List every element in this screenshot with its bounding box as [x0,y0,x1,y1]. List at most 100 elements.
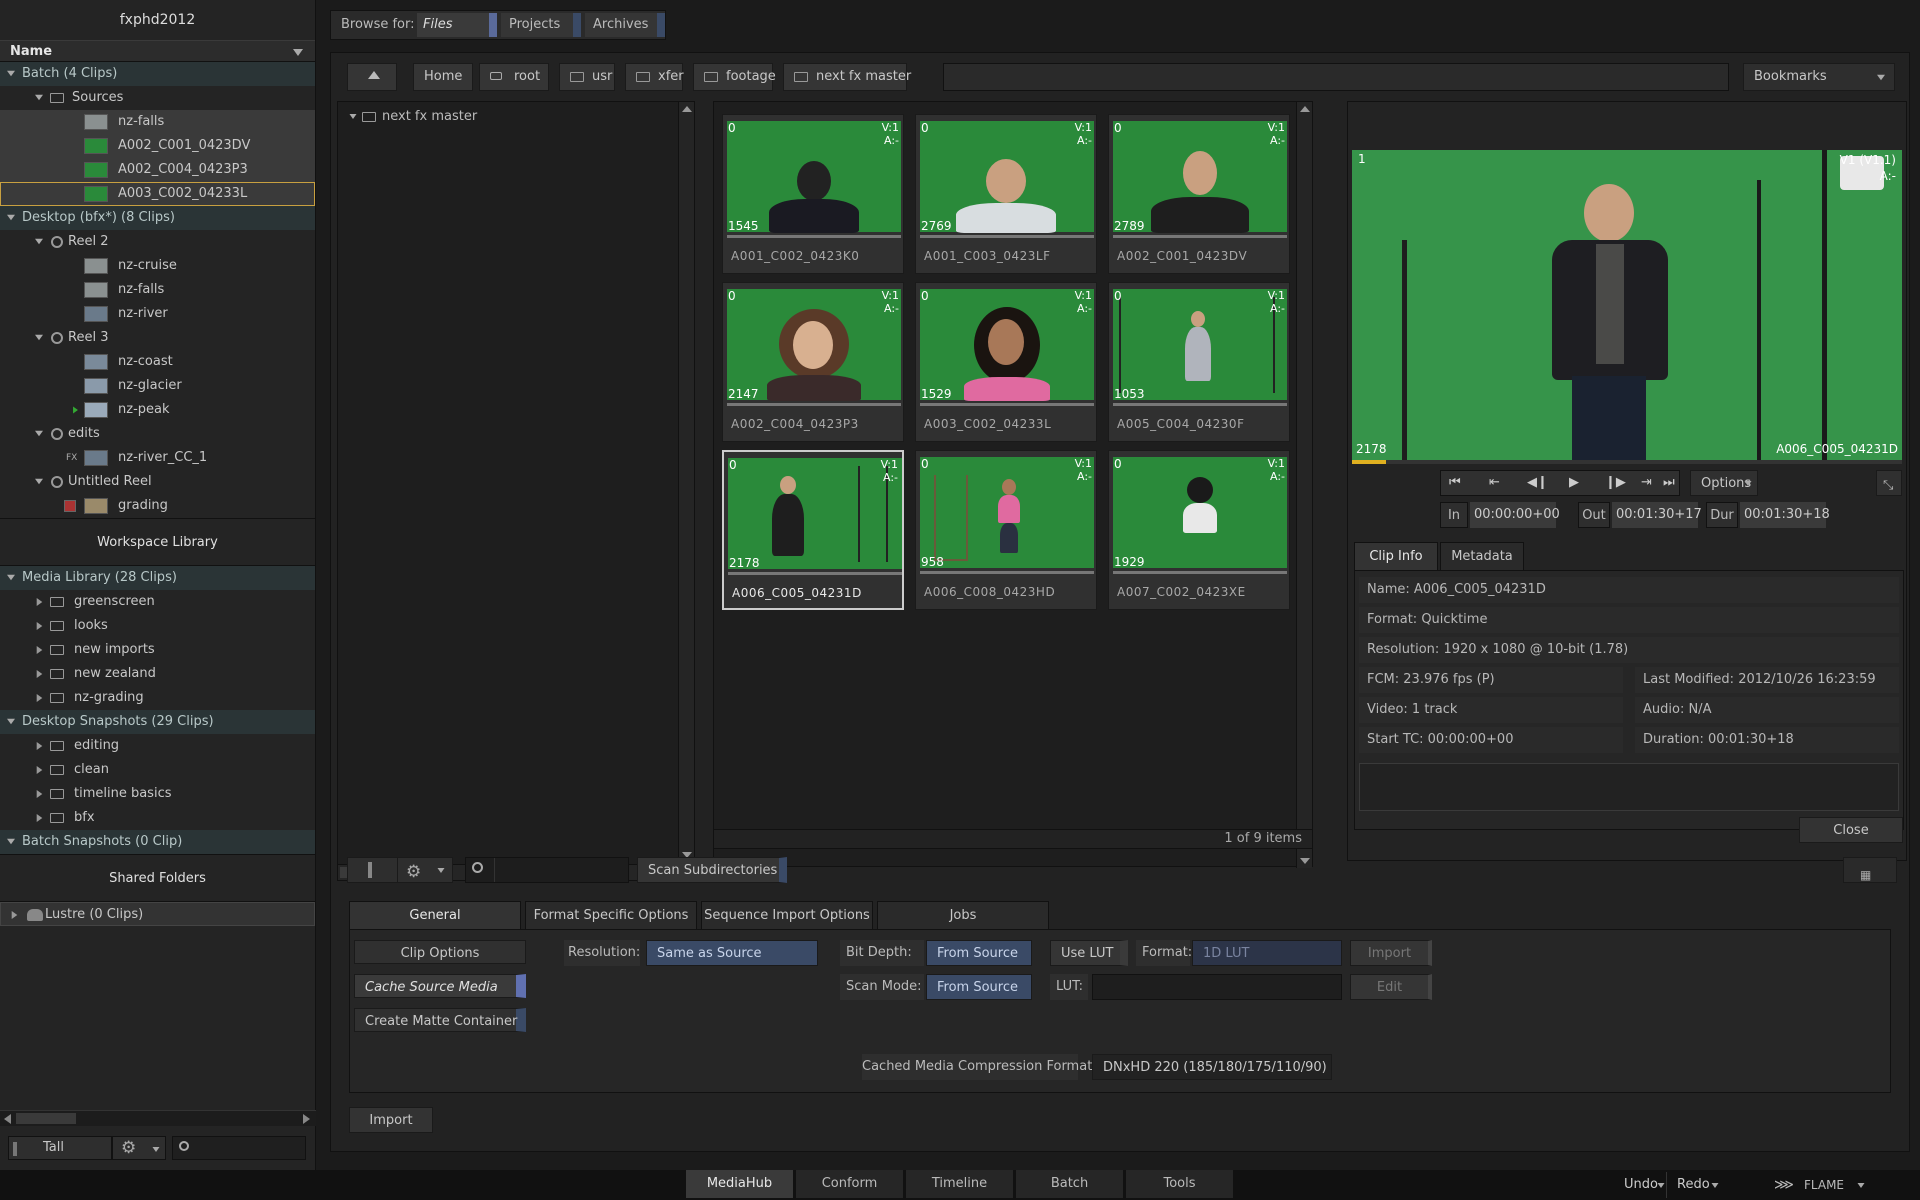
tree-item-sources[interactable]: Sources [0,86,315,110]
expand-icon[interactable] [35,478,43,485]
collapse-icon[interactable] [36,694,43,702]
expand-icon[interactable] [7,838,15,845]
clip-card-selected[interactable]: 0 V:1 A:- 2178 A006_C005_04231D [722,450,904,610]
tree-item-clip-selected[interactable]: A003_C002_04233L [0,182,315,206]
create-matte-container-toggle[interactable]: Create Matte Container [354,1008,526,1032]
scroll-down-icon[interactable] [1300,858,1310,864]
horizontal-scrollbar[interactable] [0,1110,316,1126]
tree-item-desktop[interactable]: Desktop (bfx*) (8 Clips) [0,206,315,230]
goto-end-icon[interactable]: ⏭ [1663,475,1675,490]
clip-card[interactable]: 0 V:1 A:- 1545 A001_C002_0423K0 [722,114,904,274]
scroll-left-icon[interactable] [4,1114,11,1124]
settings-button[interactable]: ⚙ [112,1136,166,1160]
tab-metadata[interactable]: Metadata [1440,542,1524,570]
tree-item-batch-snapshots[interactable]: Batch Snapshots (0 Clip) [0,830,315,854]
collapse-icon[interactable] [36,766,43,774]
clip-card[interactable]: 0 V:1 A:- 1053 A005_C004_04230F [1108,282,1290,442]
tab-timeline[interactable]: Timeline [906,1170,1014,1198]
browse-projects-option[interactable]: Projects [501,13,581,37]
scroll-up-icon[interactable] [682,106,692,112]
collapse-icon[interactable] [36,598,43,606]
scroll-up-icon[interactable] [1300,106,1310,112]
expand-icon[interactable] [7,574,15,581]
tree-item-folder[interactable]: new imports [0,638,315,662]
tree-item-clip[interactable]: nz-river [0,302,315,326]
tree-item-media-library[interactable]: Media Library (28 Clips) [0,566,315,590]
crumb-footage[interactable]: footage [693,63,776,91]
prev-mark-icon[interactable]: ⇤ [1489,475,1500,490]
tree-item-snapshot[interactable]: clean [0,758,315,782]
expand-icon[interactable] [35,94,43,101]
close-button[interactable]: Close [1799,817,1903,843]
scroll-right-icon[interactable] [303,1114,310,1124]
options-dropdown[interactable]: Options [1690,470,1758,496]
import-button[interactable]: Import [349,1107,433,1133]
tree-item-snapshot[interactable]: timeline basics [0,782,315,806]
tree-item-reel[interactable]: edits [0,422,315,446]
folder-tree-item[interactable]: next fx master [348,106,678,128]
expand-icon[interactable] [7,718,15,725]
crumb-next-fx-master[interactable]: next fx master [783,63,911,91]
collapse-icon[interactable] [36,622,43,630]
tree-item-reel[interactable]: Reel 2 [0,230,315,254]
tree-item-clip[interactable]: nz-cruise [0,254,315,278]
redo-button[interactable]: Redo [1666,1172,1724,1198]
lut-import-button[interactable]: Import [1350,940,1432,966]
collapse-icon[interactable] [36,742,43,750]
expand-icon[interactable] [349,114,357,119]
expand-icon[interactable] [35,334,43,341]
bit-depth-select[interactable]: From Source [926,940,1032,966]
vertical-scrollbar[interactable] [1296,102,1312,868]
lut-path-input[interactable] [1092,974,1342,1000]
tree-item-desktop-snapshots[interactable]: Desktop Snapshots (29 Clips) [0,710,315,734]
fullscreen-button[interactable]: ⤡ [1876,470,1902,496]
tree-item-clip[interactable]: nz-coast [0,350,315,374]
crumb-usr[interactable]: usr [559,63,615,91]
up-button[interactable] [347,63,397,91]
scroll-thumb[interactable] [16,1113,76,1124]
tree-item-clip[interactable]: nz-falls [0,278,315,302]
crumb-xfer[interactable]: xfer [625,63,684,91]
grid-view-button[interactable]: ▦ [1843,857,1897,883]
tree-item-folder[interactable]: looks [0,614,315,638]
tree-item-folder[interactable]: nz-grading [0,686,315,710]
tab-batch[interactable]: Batch [1016,1170,1124,1198]
clip-card[interactable]: 0 V:1 A:- 958 A006_C008_0423HD [915,450,1097,610]
scan-subdirectories-toggle[interactable]: Scan Subdirectories [637,857,787,883]
clip-card[interactable]: 0 V:1 A:- 2789 A002_C001_0423DV [1108,114,1290,274]
expand-icon[interactable] [7,70,15,77]
clip-card[interactable]: 0 V:1 A:- 1529 A003_C002_04233L [915,282,1097,442]
tree-item-clip[interactable]: FX nz-river_CC_1 [0,446,315,470]
tab-sequence-import[interactable]: Sequence Import Options [701,901,873,929]
dropdown-icon[interactable] [293,49,303,56]
lut-format-select[interactable]: 1D LUT [1192,940,1342,966]
expand-icon[interactable] [35,430,43,437]
clip-card[interactable]: 0 V:1 A:- 2769 A001_C003_0423LF [915,114,1097,274]
browse-archives-option[interactable]: Archives [585,13,665,37]
cache-source-media-toggle[interactable]: Cache Source Media [354,974,526,998]
expand-icon[interactable] [7,214,15,221]
step-back-icon[interactable]: ◀❙ [1527,475,1548,490]
tab-clip-info[interactable]: Clip Info [1354,542,1438,570]
collapse-icon[interactable] [36,790,43,798]
vertical-scrollbar[interactable] [678,102,694,862]
tree-item-folder[interactable]: new zealand [0,662,315,686]
play-icon[interactable]: ▶ [1569,475,1579,490]
name-column-header[interactable]: Name [0,40,315,62]
tree-item-clip[interactable]: A002_C004_0423P3 [0,158,315,182]
clip-card[interactable]: 0 V:1 A:- 1929 A007_C002_0423XE [1108,450,1290,610]
tree-item-reel[interactable]: Reel 3 [0,326,315,350]
out-timecode[interactable]: 00:01:30+17 [1612,502,1702,528]
bookmarks-dropdown[interactable]: Bookmarks [1743,63,1895,91]
in-timecode[interactable]: 00:00:00+00 [1470,502,1560,528]
playback-timeline[interactable] [1352,460,1902,464]
collapse-icon[interactable] [36,814,43,822]
use-lut-toggle[interactable]: Use LUT [1050,940,1128,966]
tree-item-reel[interactable]: Untitled Reel [0,470,315,494]
clip-card[interactable]: 0 V:1 A:- 2147 A002_C004_0423P3 [722,282,904,442]
tree-item-clip[interactable]: grading [0,494,315,518]
resolution-select[interactable]: Same as Source [646,940,818,966]
filter-search[interactable] [465,857,629,883]
product-menu[interactable]: ⋙ FLAME [1770,1172,1880,1198]
expand-icon[interactable] [35,238,43,245]
